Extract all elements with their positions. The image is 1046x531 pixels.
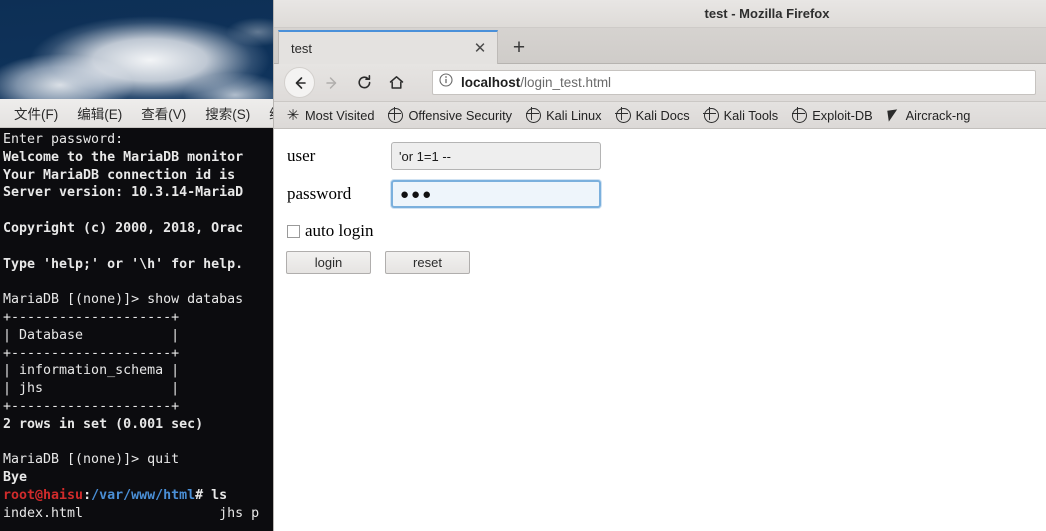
form-row-password: password ●●● bbox=[287, 180, 1046, 208]
bookmark-kali-tools[interactable]: Kali Tools bbox=[703, 107, 779, 123]
terminal-line: Copyright (c) 2000, 2018, Orac bbox=[3, 220, 244, 236]
password-input-value: ●●● bbox=[400, 185, 434, 203]
terminal-line: Type 'help;' or '\h' for help. bbox=[3, 256, 244, 272]
info-circle-icon bbox=[439, 73, 453, 87]
reset-button[interactable]: reset bbox=[385, 251, 470, 274]
reload-icon bbox=[357, 75, 370, 89]
home-button[interactable] bbox=[381, 68, 411, 98]
url-bar[interactable]: localhost/login_test.html bbox=[432, 70, 1036, 95]
password-input[interactable]: ●●● bbox=[391, 180, 601, 208]
terminal-window[interactable]: 文件(F) 编辑(E) 查看(V) 搜索(S) 终 Enter password… bbox=[0, 99, 273, 531]
terminal-line: +--------------------+ bbox=[3, 345, 180, 361]
bookmark-label: Exploit-DB bbox=[812, 107, 873, 123]
terminal-line: Your MariaDB connection id is bbox=[3, 167, 236, 183]
page-content: user 'or 1=1 -- password ●●● auto login … bbox=[274, 130, 1046, 531]
bookmarks-toolbar: ✳ Most Visited Offensive Security Kali L… bbox=[274, 102, 1046, 129]
reload-button[interactable] bbox=[349, 68, 379, 98]
home-icon bbox=[389, 76, 403, 89]
bookmark-aircrack-ng[interactable]: Aircrack-ng bbox=[887, 108, 971, 123]
globe-icon bbox=[525, 107, 542, 123]
terminal-line: MariaDB [(none)]> quit bbox=[3, 452, 180, 468]
aircrack-icon bbox=[887, 109, 901, 122]
bookmark-label: Aircrack-ng bbox=[905, 107, 971, 123]
terminal-output[interactable]: Enter password: Welcome to the MariaDB mo… bbox=[0, 128, 273, 531]
terminal-line: Welcome to the MariaDB monitor bbox=[3, 149, 244, 165]
user-input-value: 'or 1=1 -- bbox=[399, 148, 451, 164]
user-label: user bbox=[287, 146, 316, 165]
globe-icon bbox=[615, 107, 631, 123]
terminal-menu-file[interactable]: 文件(F) bbox=[14, 103, 58, 123]
new-tab-button[interactable]: + bbox=[505, 34, 533, 60]
auto-login-checkbox[interactable] bbox=[287, 224, 300, 238]
bookmark-kali-docs[interactable]: Kali Docs bbox=[615, 107, 690, 123]
close-icon[interactable]: ✕ bbox=[469, 37, 491, 59]
terminal-line: | jhs | bbox=[3, 381, 180, 397]
terminal-line: +--------------------+ bbox=[3, 309, 180, 325]
bookmark-most-visited[interactable]: ✳ Most Visited bbox=[286, 106, 375, 124]
arrow-right-icon bbox=[326, 76, 337, 89]
terminal-menu-view[interactable]: 查看(V) bbox=[141, 103, 186, 123]
terminal-menubar[interactable]: 文件(F) 编辑(E) 查看(V) 搜索(S) 终 bbox=[0, 99, 273, 128]
terminal-line: Server version: 10.3.14-MariaD bbox=[3, 185, 244, 201]
url-text: localhost/login_test.html bbox=[461, 75, 612, 90]
forward-button[interactable] bbox=[317, 68, 347, 98]
gear-icon: ✳ bbox=[286, 106, 300, 124]
terminal-line: root@haisu:/var/www/html# ls bbox=[3, 487, 228, 503]
arrow-left-icon bbox=[295, 76, 306, 89]
auto-login-label: auto login bbox=[305, 221, 374, 240]
terminal-menu-edit[interactable]: 编辑(E) bbox=[77, 103, 122, 123]
window-title: test - Mozilla Firefox bbox=[704, 6, 830, 21]
bookmark-exploit-db[interactable]: Exploit-DB bbox=[791, 107, 873, 123]
terminal-menu-search[interactable]: 搜索(S) bbox=[205, 103, 250, 123]
terminal-line: 2 rows in set (0.001 sec) bbox=[3, 416, 204, 432]
identity-icon[interactable] bbox=[439, 73, 453, 92]
tab-strip: test ✕ + bbox=[274, 28, 1046, 64]
terminal-line: Enter password: bbox=[3, 132, 124, 147]
bookmark-label: Offensive Security bbox=[408, 107, 513, 123]
globe-icon bbox=[388, 107, 404, 123]
login-button[interactable]: login bbox=[286, 251, 371, 274]
bookmark-kali-linux[interactable]: Kali Linux bbox=[525, 107, 602, 123]
form-buttons: login reset bbox=[286, 251, 1046, 274]
terminal-line: | information_schema | bbox=[3, 363, 180, 379]
user-input[interactable]: 'or 1=1 -- bbox=[391, 142, 601, 170]
bookmark-label: Most Visited bbox=[305, 107, 375, 123]
bookmark-label: Kali Linux bbox=[546, 107, 602, 123]
terminal-line: Bye bbox=[3, 470, 28, 486]
tab-test[interactable]: test ✕ bbox=[278, 30, 498, 64]
terminal-line: index.html jhs p bbox=[3, 505, 260, 521]
tab-label: test bbox=[291, 40, 312, 56]
firefox-window[interactable]: test - Mozilla Firefox test ✕ + localhos… bbox=[273, 0, 1046, 531]
form-row-user: user 'or 1=1 -- bbox=[287, 142, 1046, 170]
globe-icon bbox=[703, 107, 719, 123]
terminal-line: | Database | bbox=[3, 327, 180, 343]
terminal-line: MariaDB [(none)]> show databas bbox=[3, 292, 244, 308]
back-button[interactable] bbox=[284, 67, 315, 98]
password-label: password bbox=[287, 184, 352, 203]
bookmark-label: Kali Tools bbox=[723, 107, 779, 123]
auto-login-row: auto login bbox=[287, 221, 1046, 241]
bookmark-label: Kali Docs bbox=[635, 107, 690, 123]
globe-icon bbox=[791, 107, 808, 123]
bookmark-offensive-security[interactable]: Offensive Security bbox=[388, 107, 513, 123]
navigation-toolbar: localhost/login_test.html bbox=[274, 64, 1046, 102]
terminal-line: +--------------------+ bbox=[3, 398, 180, 414]
window-titlebar: test - Mozilla Firefox bbox=[274, 0, 1046, 28]
